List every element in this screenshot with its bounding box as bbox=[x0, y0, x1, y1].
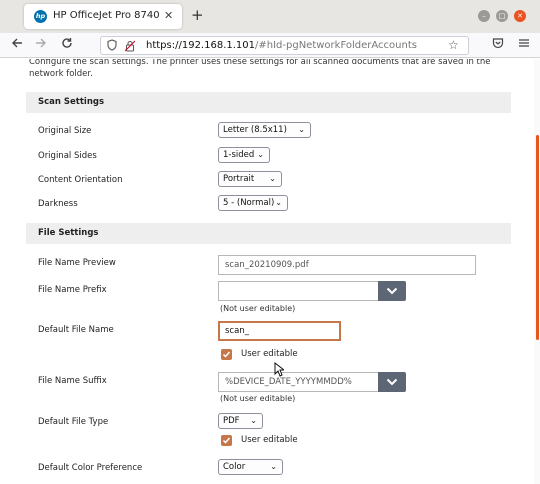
file-settings-header: File Settings bbox=[26, 223, 511, 244]
maximize-icon[interactable]: □ bbox=[496, 10, 508, 22]
checkmark-icon bbox=[222, 351, 231, 358]
back-arrow-icon[interactable] bbox=[11, 37, 23, 53]
file-name-suffix-label: File Name Suffix bbox=[38, 376, 107, 386]
original-sides-select[interactable]: 1-sided ⌄ bbox=[218, 147, 270, 163]
chevron-down-icon: ⌄ bbox=[250, 416, 257, 425]
default-name-editable-label: User editable bbox=[241, 349, 298, 359]
file-name-suffix-input[interactable]: %DEVICE_DATE_YYYYMMDD% bbox=[218, 372, 379, 392]
close-tab-icon[interactable]: ✕ bbox=[164, 9, 173, 22]
suffix-dropdown-button[interactable] bbox=[378, 372, 406, 392]
file-name-preview-label: File Name Preview bbox=[38, 258, 116, 268]
hp-logo-icon: hp bbox=[34, 10, 47, 23]
reload-icon[interactable] bbox=[61, 37, 73, 53]
default-file-type-select[interactable]: PDF ⌄ bbox=[218, 413, 263, 429]
default-name-editable-checkbox[interactable] bbox=[221, 349, 232, 360]
content-orientation-label: Content Orientation bbox=[38, 175, 123, 185]
close-window-icon[interactable]: ✕ bbox=[514, 10, 526, 22]
chevron-down-icon: ⌄ bbox=[298, 125, 305, 134]
original-sides-label: Original Sides bbox=[38, 151, 97, 161]
chevron-down-icon: ⌄ bbox=[257, 150, 264, 159]
chevron-down-icon bbox=[386, 378, 398, 386]
bookmark-star-icon[interactable]: ☆ bbox=[448, 38, 459, 52]
navigation-bar: https://192.168.1.101/#hId-pgNetworkFold… bbox=[0, 33, 540, 58]
section-title: Scan Settings bbox=[38, 97, 105, 107]
url-text: https://192.168.1.101/#hId-pgNetworkFold… bbox=[146, 40, 417, 51]
original-size-label: Original Size bbox=[38, 126, 92, 136]
lock-warning-icon[interactable] bbox=[124, 40, 136, 52]
file-name-prefix-input[interactable] bbox=[218, 281, 379, 301]
new-tab-icon[interactable]: + bbox=[191, 6, 204, 24]
minimize-icon[interactable]: – bbox=[478, 10, 490, 22]
chevron-down-icon bbox=[386, 287, 398, 295]
suffix-not-editable-note: (Not user editable) bbox=[220, 394, 296, 403]
page-content: Configure the scan settings. The printer… bbox=[0, 59, 540, 484]
section-title: File Settings bbox=[38, 228, 99, 238]
file-type-editable-label: User editable bbox=[241, 435, 298, 445]
tab-title: HP OfficeJet Pro 8740 bbox=[53, 10, 160, 21]
prefix-dropdown-button[interactable] bbox=[378, 281, 406, 301]
menu-hamburger-icon[interactable] bbox=[518, 37, 530, 53]
checkmark-icon bbox=[222, 437, 231, 444]
chevron-down-icon: ⌄ bbox=[269, 174, 276, 183]
file-type-editable-checkbox[interactable] bbox=[221, 435, 232, 446]
prefix-not-editable-note: (Not user editable) bbox=[220, 304, 296, 313]
darkness-label: Darkness bbox=[38, 199, 78, 209]
default-file-type-label: Default File Type bbox=[38, 417, 109, 427]
darkness-select[interactable]: 5 - (Normal) ⌄ bbox=[218, 195, 288, 211]
content-orientation-select[interactable]: Portrait ⌄ bbox=[218, 171, 282, 187]
browser-tab[interactable]: hp HP OfficeJet Pro 8740 ✕ bbox=[24, 4, 182, 29]
original-size-select[interactable]: Letter (8.5x11) ⌄ bbox=[218, 122, 311, 138]
default-file-name-label: Default File Name bbox=[38, 325, 114, 335]
scan-settings-header: Scan Settings bbox=[26, 92, 511, 113]
default-file-name-input[interactable]: scan_ bbox=[218, 321, 341, 341]
default-color-preference-label: Default Color Preference bbox=[38, 463, 143, 473]
tracking-shield-icon[interactable] bbox=[107, 39, 117, 54]
scrollbar-thumb[interactable] bbox=[536, 135, 539, 340]
file-name-prefix-label: File Name Prefix bbox=[38, 285, 107, 295]
file-name-preview-field: scan_20210909.pdf bbox=[218, 255, 476, 275]
chevron-down-icon: ⌄ bbox=[270, 462, 277, 471]
mouse-pointer-icon bbox=[274, 361, 286, 380]
default-color-preference-select[interactable]: Color ⌄ bbox=[218, 459, 283, 475]
tab-bar: hp HP OfficeJet Pro 8740 ✕ + – □ ✕ bbox=[0, 0, 540, 33]
forward-arrow-icon[interactable] bbox=[35, 37, 47, 53]
address-bar[interactable]: https://192.168.1.101/#hId-pgNetworkFold… bbox=[100, 36, 469, 55]
intro-text: Configure the scan settings. The printer… bbox=[29, 59, 491, 79]
pocket-icon[interactable] bbox=[492, 37, 504, 53]
chevron-down-icon: ⌄ bbox=[275, 198, 282, 207]
